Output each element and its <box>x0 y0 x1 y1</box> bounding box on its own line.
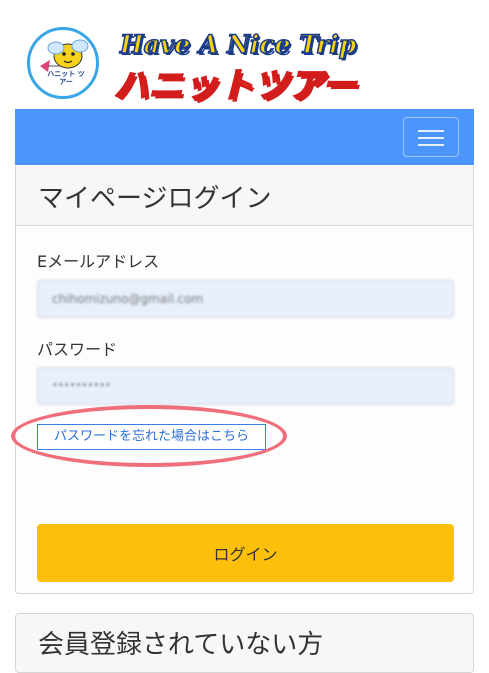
bee-icon <box>40 39 89 72</box>
password-field[interactable]: •••••••••• <box>37 367 454 405</box>
login-button[interactable]: ログイン <box>37 524 454 582</box>
logo-text-english[interactable]: Have A Nice Trip <box>119 29 357 60</box>
forgot-password-link[interactable]: パスワードを忘れた場合はこちら <box>37 424 266 450</box>
navbar <box>15 109 474 165</box>
hamburger-line-icon <box>418 130 444 132</box>
login-card: マイページログイン Eメールアドレス chihomizuno@gmail.com… <box>15 166 474 594</box>
login-card-header: マイページログイン <box>16 166 473 226</box>
email-label: Eメールアドレス <box>37 252 160 271</box>
hamburger-menu-button[interactable] <box>403 117 459 157</box>
register-card: 会員登録されていない方 <box>15 613 474 673</box>
email-field[interactable]: chihomizuno@gmail.com <box>37 280 454 318</box>
site-header: ハニット ツアー Have A Nice Trip ハニットツアー <box>0 0 489 108</box>
register-card-title: 会員登録されていない方 <box>38 630 324 660</box>
password-label: パスワード <box>37 340 118 359</box>
logo-text-japanese[interactable]: ハニットツアー <box>113 58 357 107</box>
hamburger-line-icon <box>418 144 444 146</box>
logo-badge-text: ハニット ツアー <box>47 70 85 86</box>
bee-mascot-logo[interactable]: ハニット ツアー <box>27 27 99 99</box>
page-title: マイページログイン <box>38 184 272 214</box>
hamburger-line-icon <box>418 137 444 139</box>
